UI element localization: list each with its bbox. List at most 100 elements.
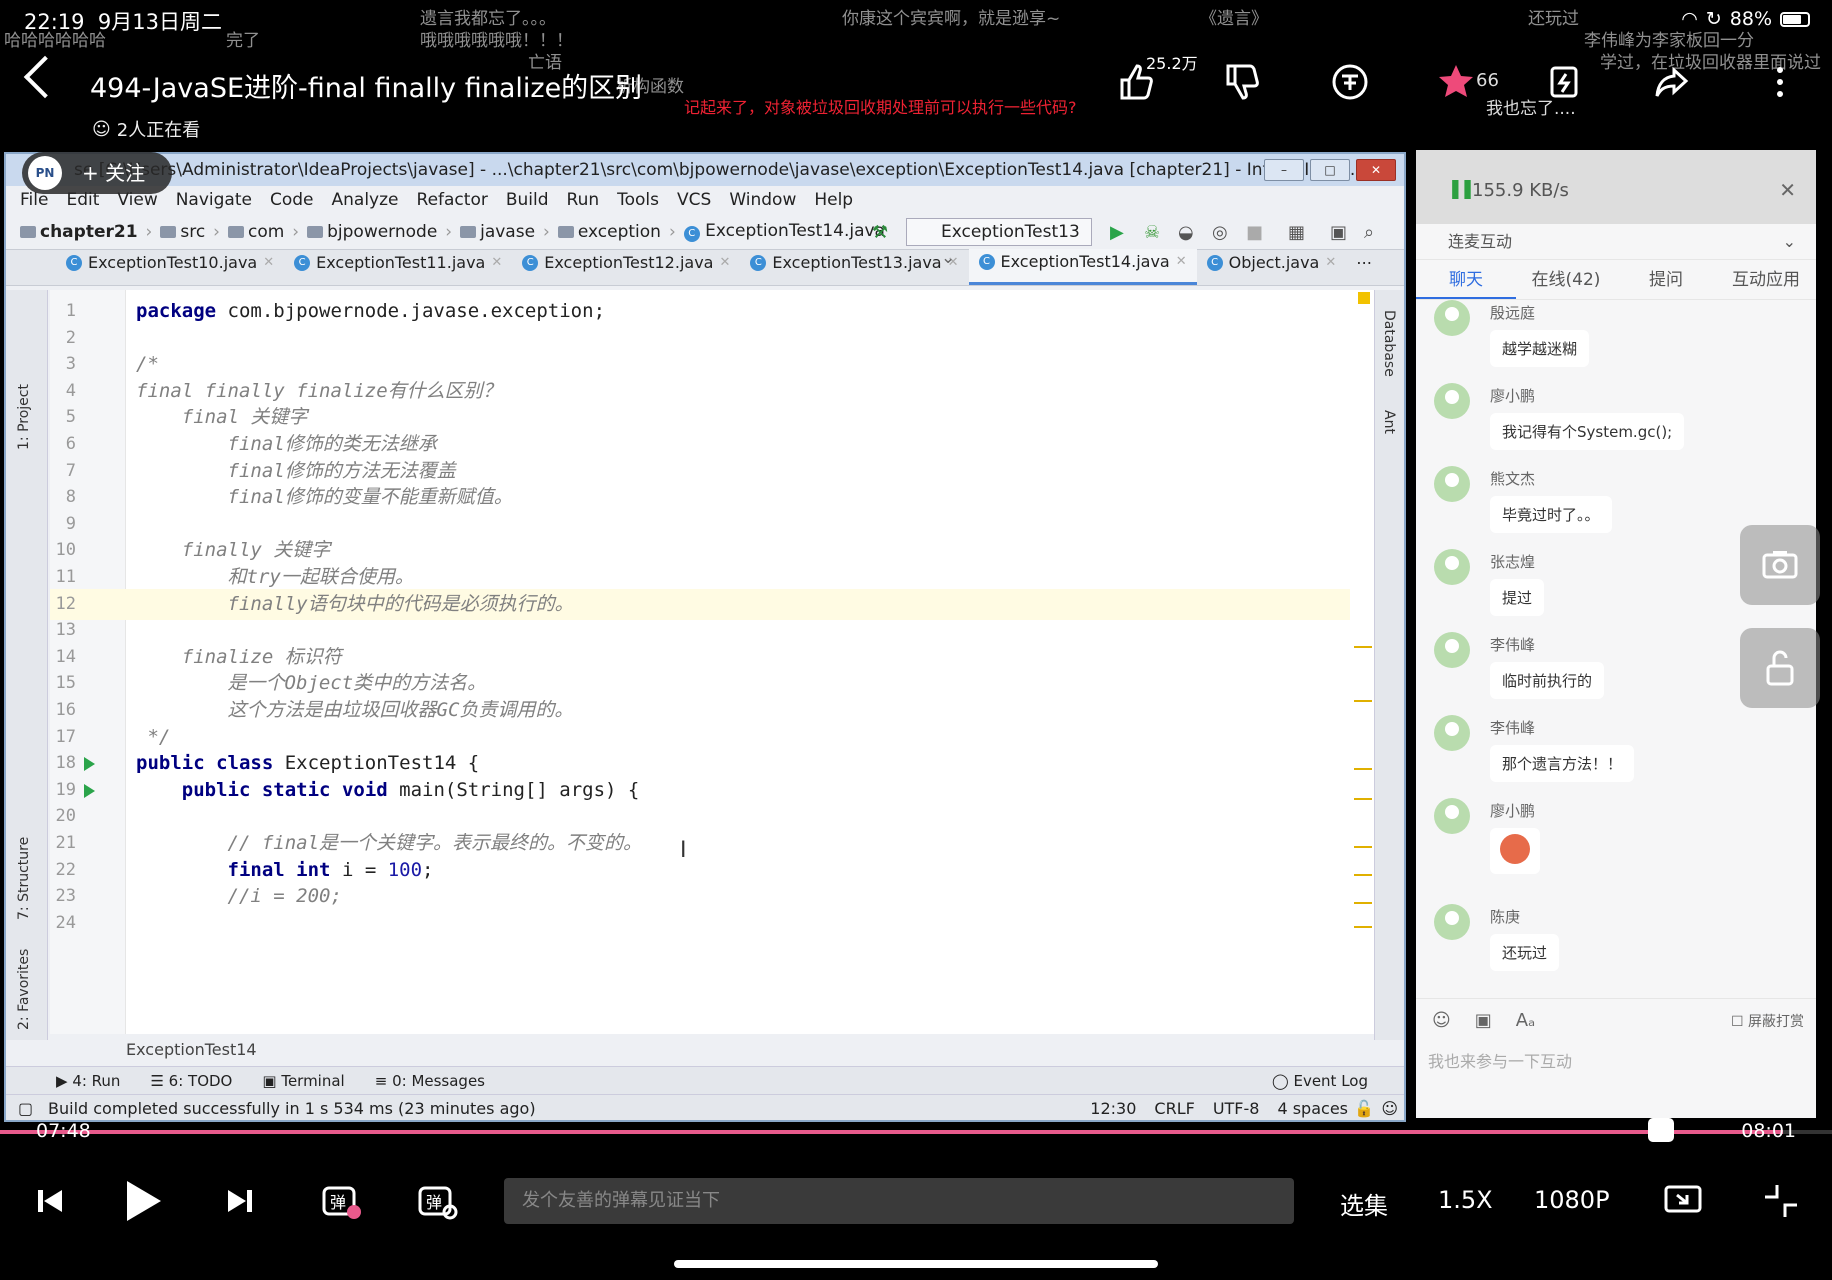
window-icon[interactable]: ▣	[1330, 222, 1350, 243]
danmu-toggle-button[interactable]: 弹	[318, 1178, 364, 1224]
screenshot-button[interactable]	[1740, 525, 1820, 605]
stop-icon[interactable]: ■	[1246, 222, 1266, 243]
close-icon[interactable]: ✕	[1779, 178, 1796, 202]
play-button[interactable]	[118, 1178, 168, 1224]
menu-tools[interactable]: Tools	[617, 186, 659, 214]
previous-button[interactable]	[30, 1178, 70, 1224]
structure-tool-button[interactable]: 7: Structure	[16, 837, 32, 920]
run-icon[interactable]: ▶	[1110, 222, 1130, 243]
run-gutter-icon[interactable]	[84, 783, 95, 798]
tab-exceptiontest13[interactable]: CExceptionTest13.java✕	[740, 249, 968, 285]
tab-online[interactable]: 在线(42)	[1516, 260, 1616, 299]
tab-exceptiontest12[interactable]: C ExceptionTest12.java ✕	[512, 249, 740, 285]
close-tab-icon[interactable]: ✕	[491, 245, 502, 281]
menu-analyze[interactable]: Analyze	[332, 186, 399, 214]
coverage-icon[interactable]: ◒	[1178, 222, 1198, 243]
menu-navigate[interactable]: Navigate	[176, 186, 252, 214]
breadcrumb-item[interactable]: chapter21	[20, 222, 138, 242]
tab-chat[interactable]: 聊天	[1416, 260, 1516, 299]
lock-icon[interactable]: 🔓	[1354, 1095, 1374, 1120]
menu-refactor[interactable]: Refactor	[417, 186, 488, 214]
code-editor[interactable]: 1 package com.bjpowernode.javase.exceptio…	[50, 290, 1390, 1034]
share-button[interactable]	[1648, 58, 1696, 106]
ant-tool-button[interactable]: Ant	[1381, 410, 1397, 434]
indent-setting[interactable]: 4 spaces	[1277, 1095, 1348, 1120]
project-tool-button[interactable]: 1: Project	[16, 384, 32, 450]
line-separator[interactable]: CRLF	[1154, 1095, 1194, 1120]
code-breadcrumb[interactable]: ExceptionTest14	[126, 1040, 257, 1059]
breadcrumb-item[interactable]: C ExceptionTest14.java	[683, 221, 885, 242]
minimize-button[interactable]: –	[1264, 159, 1304, 181]
run-gutter-icon[interactable]	[84, 757, 95, 772]
text-style-icon[interactable]: Aₐ	[1516, 1010, 1535, 1031]
charge-button[interactable]	[1540, 58, 1588, 106]
close-tab-icon[interactable]: ✕	[1176, 244, 1187, 280]
danmu-input[interactable]: 发个友善的弹幕见证当下	[504, 1178, 1294, 1224]
menu-window[interactable]: Window	[729, 186, 796, 214]
emoji-icon[interactable]: ☺	[1432, 1010, 1451, 1031]
terminal-tool-button[interactable]: ▣ Terminal	[262, 1067, 344, 1094]
speed-button[interactable]: 1.5X	[1438, 1186, 1493, 1214]
caret-position[interactable]: 12:30	[1090, 1095, 1136, 1120]
breadcrumb-item[interactable]: javase	[460, 222, 535, 242]
breadcrumb-item[interactable]: exception	[557, 222, 661, 242]
maximize-button[interactable]: □	[1310, 159, 1350, 181]
profile-icon[interactable]: ◎	[1212, 222, 1232, 243]
current-time: 07:48	[36, 1120, 91, 1142]
breadcrumb-item[interactable]: com	[227, 222, 284, 242]
menu-vcs[interactable]: VCS	[677, 186, 711, 214]
tab-object[interactable]: C Object.java ✕	[1197, 249, 1347, 285]
progress-bar[interactable]	[0, 1130, 1832, 1134]
inspector-icon[interactable]: ☺	[1381, 1095, 1398, 1120]
block-gift-checkbox[interactable]: ☐ 屏蔽打赏	[1731, 1011, 1804, 1031]
exit-fullscreen-button[interactable]	[1758, 1178, 1804, 1224]
debug-icon[interactable]: ☠	[1144, 222, 1164, 243]
chat-input[interactable]: 我也来参与一下互动	[1428, 1048, 1572, 1072]
image-icon[interactable]: ▣	[1475, 1010, 1492, 1031]
dislike-button[interactable]	[1218, 58, 1266, 106]
search-icon[interactable]: ⌕	[1364, 222, 1384, 243]
coin-button[interactable]	[1326, 58, 1374, 106]
file-encoding[interactable]: UTF-8	[1213, 1095, 1260, 1120]
close-tab-icon[interactable]: ✕	[263, 245, 274, 281]
back-button[interactable]	[23, 55, 67, 99]
breadcrumb-item[interactable]: bjpowernode	[307, 222, 437, 242]
tab-exceptiontest11[interactable]: C ExceptionTest11.java ✕	[284, 249, 512, 285]
home-indicator[interactable]	[674, 1260, 1158, 1268]
close-button[interactable]: ✕	[1356, 159, 1396, 181]
tab-exceptiontest14[interactable]: C ExceptionTest14.java ✕	[968, 249, 1197, 285]
project-structure-icon[interactable]: ▦	[1288, 222, 1308, 243]
messages-tool-button[interactable]: ≡ 0: Messages	[375, 1067, 485, 1094]
menu-help[interactable]: Help	[814, 186, 853, 214]
tab-interactive-apps[interactable]: 互动应用	[1716, 260, 1816, 299]
more-button[interactable]	[1756, 58, 1804, 106]
tab-overflow-button[interactable]: ⋯	[1346, 249, 1382, 285]
close-tab-icon[interactable]: ✕	[719, 245, 730, 281]
tab-exceptiontest10[interactable]: C ExceptionTest10.java ✕	[56, 249, 284, 285]
tab-questions[interactable]: 提问	[1616, 260, 1716, 299]
episodes-button[interactable]: 选集	[1340, 1186, 1388, 1221]
mic-interaction-section[interactable]: 连麦互动 ⌄	[1416, 224, 1816, 260]
follow-button[interactable]: PN + 关注	[22, 152, 172, 194]
class-icon: C	[66, 255, 82, 271]
menu-code[interactable]: Code	[270, 186, 314, 214]
event-log-button[interactable]: ◯ Event Log	[1272, 1067, 1368, 1095]
cast-button[interactable]	[1660, 1178, 1706, 1224]
build-hammer-icon[interactable]: ⚒	[872, 222, 892, 243]
menu-build[interactable]: Build	[506, 186, 549, 214]
breadcrumb-item[interactable]: src	[160, 222, 205, 242]
scroll-marker	[1354, 700, 1372, 702]
progress-thumb-tv-icon[interactable]	[1648, 1118, 1674, 1142]
database-tool-button[interactable]: Database	[1381, 310, 1397, 377]
menu-run[interactable]: Run	[567, 186, 600, 214]
run-tool-button[interactable]: ▶ 4: Run	[56, 1067, 120, 1094]
run-config-select[interactable]: ExceptionTest13 ⌄	[906, 218, 1092, 268]
todo-tool-button[interactable]: ☰ 6: TODO	[150, 1067, 232, 1094]
danmu-settings-button[interactable]: 弹	[414, 1178, 460, 1224]
close-tab-icon[interactable]: ✕	[1325, 245, 1336, 281]
quality-button[interactable]: 1080P	[1534, 1186, 1610, 1214]
favorite-button[interactable]	[1432, 58, 1480, 106]
next-button[interactable]	[220, 1178, 260, 1224]
screen-lock-button[interactable]	[1740, 628, 1820, 708]
favorites-tool-button[interactable]: 2: Favorites	[16, 949, 32, 1030]
